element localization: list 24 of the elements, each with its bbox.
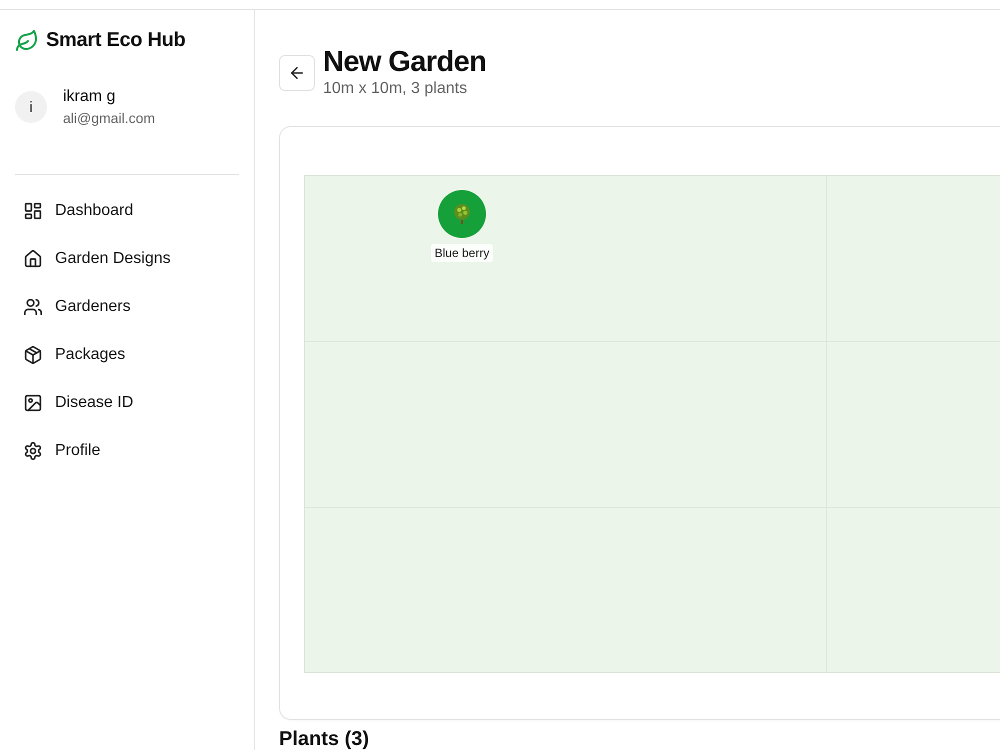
- plant-marker[interactable]: [438, 190, 486, 238]
- dashboard-icon: [24, 202, 42, 220]
- sidebar-item[interactable]: Dashboard: [15, 187, 239, 235]
- user-email: ali@gmail.com: [63, 110, 156, 126]
- page-title: New Garden: [323, 46, 486, 78]
- section-heading: Plants (3): [279, 727, 370, 750]
- app-name: Smart Eco Hub: [46, 28, 186, 52]
- avatar: i: [15, 91, 47, 123]
- back-button[interactable]: [279, 54, 315, 90]
- tree-icon: [454, 204, 470, 224]
- sidebar-item[interactable]: Garden Designs: [15, 235, 239, 283]
- sidebar-item[interactable]: Gardeners: [15, 283, 239, 331]
- user-name: ikram g: [63, 88, 116, 106]
- house-icon: [24, 250, 42, 268]
- settings-icon: [24, 442, 42, 460]
- leaf-icon: [16, 30, 37, 50]
- package-icon: [24, 346, 42, 364]
- plant-label: Blue berry: [430, 244, 494, 262]
- users-icon: [24, 298, 42, 316]
- page-subtitle: 10m x 10m, 3 plants: [323, 79, 468, 99]
- image-icon: [24, 394, 42, 412]
- sidebar-item[interactable]: Profile: [15, 427, 239, 475]
- sidebar-item[interactable]: Packages: [15, 331, 239, 379]
- sidebar-item[interactable]: Disease ID: [15, 379, 239, 427]
